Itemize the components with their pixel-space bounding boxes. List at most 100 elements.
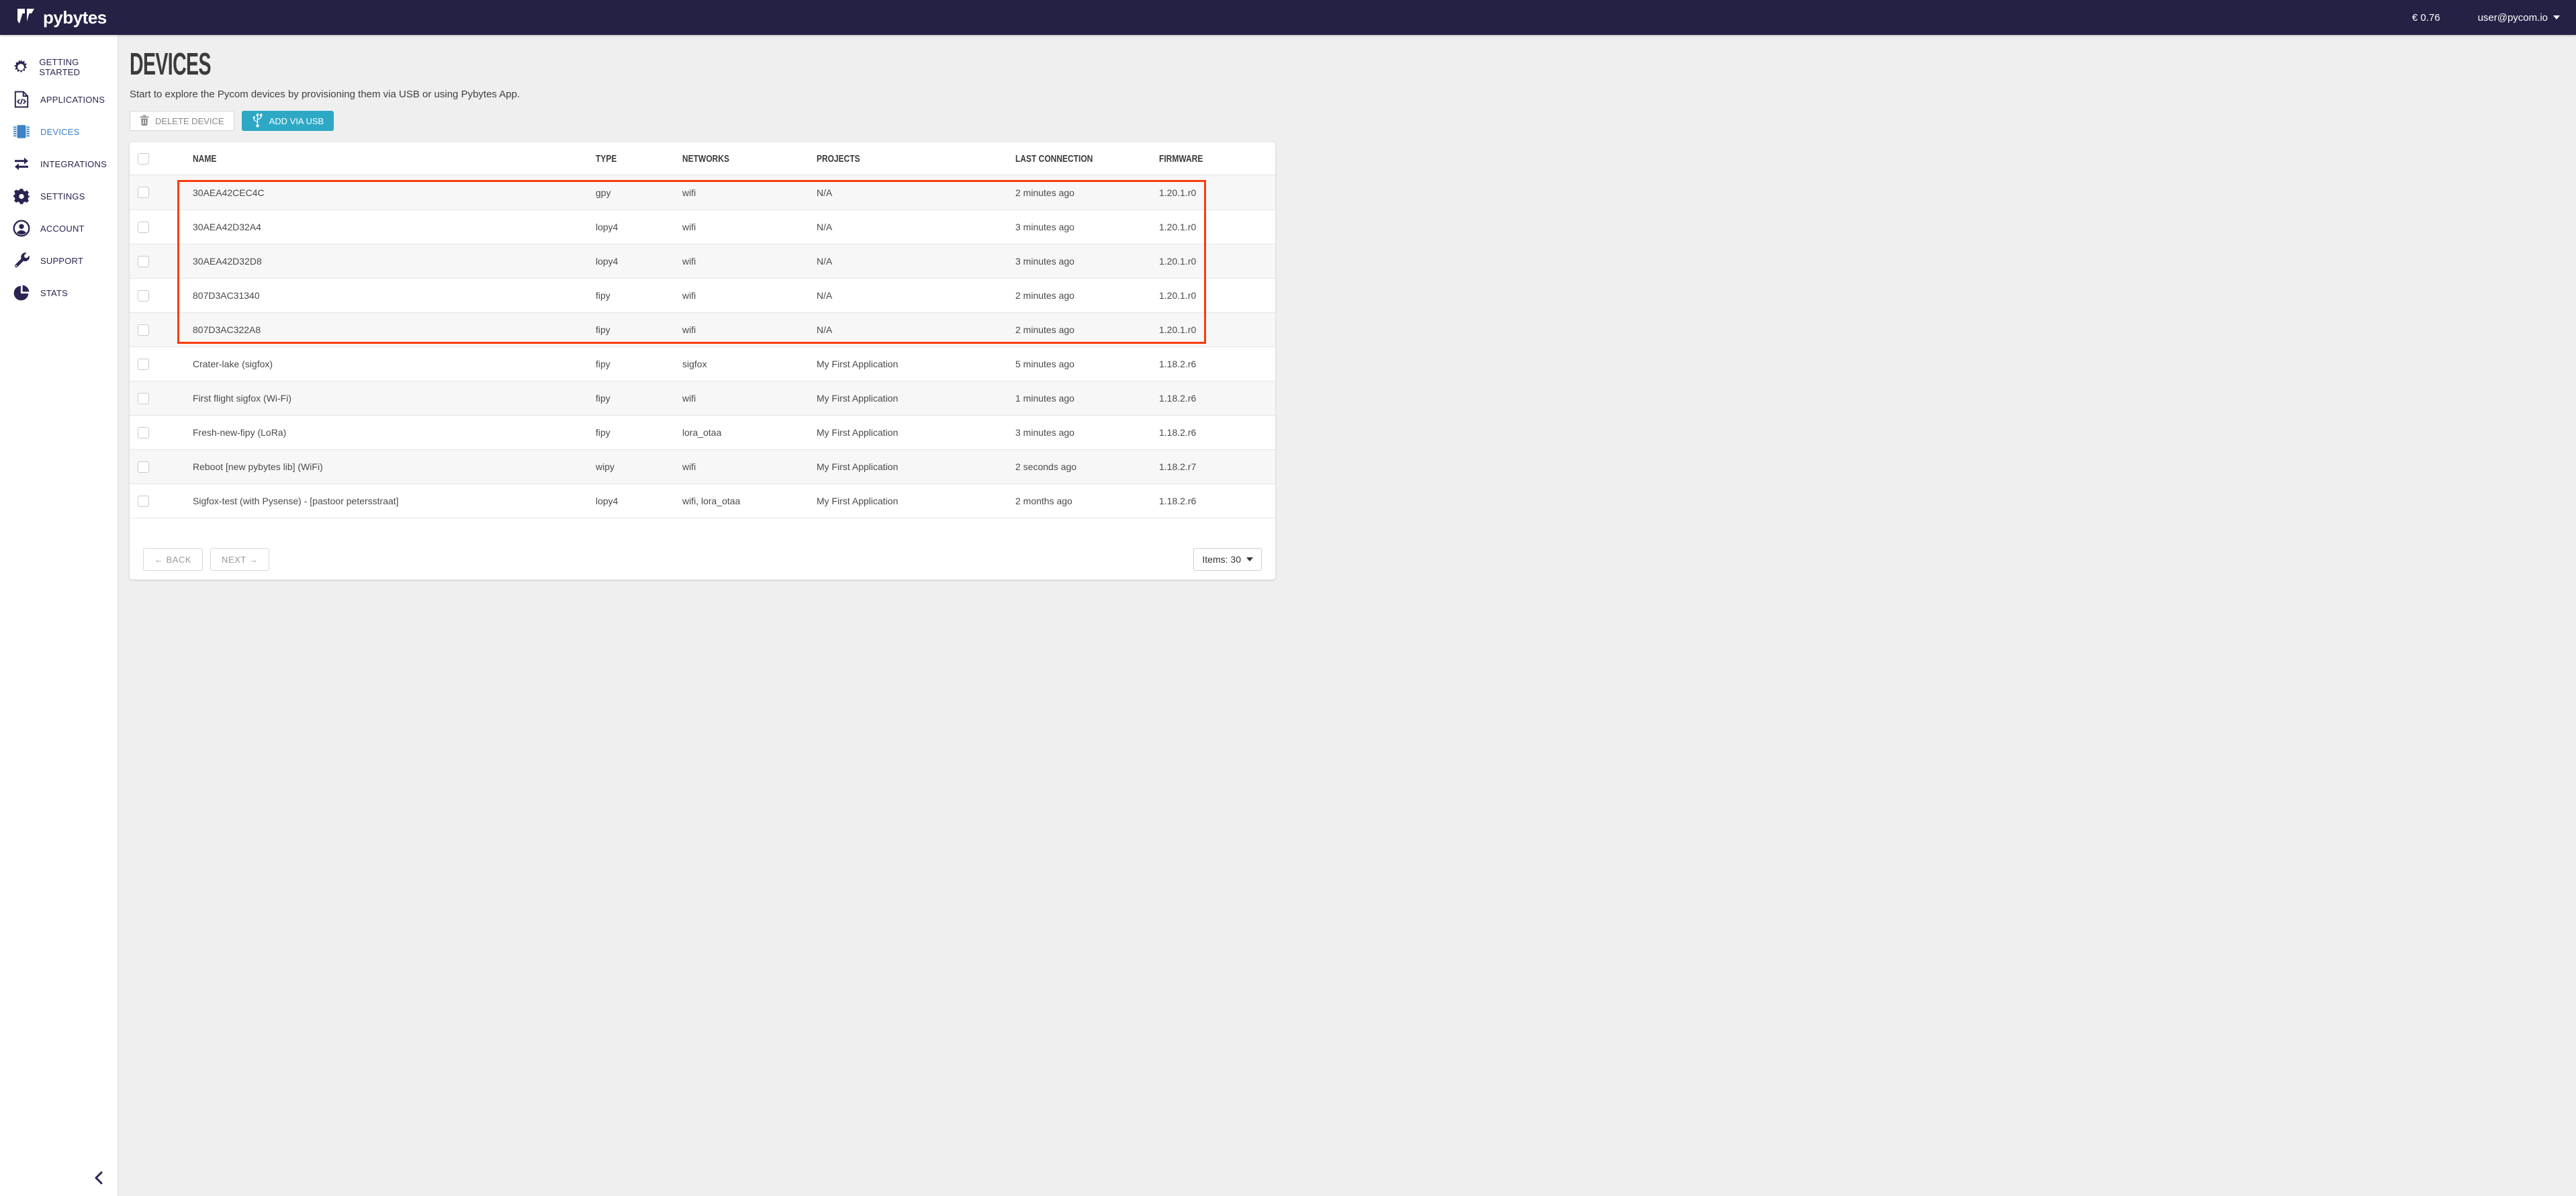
table-row[interactable]: 807D3AC322A8 fipy wifi N/A 2 minutes ago…: [130, 312, 1275, 347]
cell-last-connection: 2 minutes ago: [1015, 187, 1159, 198]
row-checkbox[interactable]: [138, 393, 149, 404]
chevron-left-icon: [94, 1176, 103, 1187]
cell-last-connection: 5 minutes ago: [1015, 359, 1159, 369]
page-subtitle: Start to explore the Pycom devices by pr…: [130, 89, 2563, 100]
cell-name: Sigfox-test (with Pysense) - [pastoor pe…: [193, 496, 596, 506]
sidebar-item-integrations[interactable]: INTEGRATIONS: [0, 148, 118, 180]
cell-projects: My First Application: [817, 359, 1015, 369]
table-row[interactable]: Fresh-new-fipy (LoRa) fipy lora_otaa My …: [130, 415, 1275, 449]
sidebar: GETTING STARTED APPLICATIONS DEVICES INT…: [0, 35, 118, 1196]
top-bar: pybytes € 0.76 user@pycom.io: [0, 0, 2576, 35]
sun-icon: [12, 58, 30, 77]
row-checkbox[interactable]: [138, 222, 149, 233]
cell-networks: wifi: [682, 222, 817, 232]
delete-device-label: DELETE DEVICE: [155, 116, 224, 126]
cell-name: Reboot [new pybytes lib] (WiFi): [193, 461, 596, 472]
cell-projects: N/A: [817, 222, 1015, 232]
sidebar-item-label: SUPPORT: [40, 256, 83, 266]
table-row[interactable]: 807D3AC31340 fipy wifi N/A 2 minutes ago…: [130, 278, 1275, 312]
sidebar-item-devices[interactable]: DEVICES: [0, 116, 118, 148]
sidebar-collapse-button[interactable]: [94, 1171, 103, 1188]
cell-firmware: 1.20.1.r0: [1159, 187, 1275, 198]
sidebar-item-label: STATS: [40, 288, 68, 298]
row-checkbox[interactable]: [138, 496, 149, 507]
cell-firmware: 1.18.2.r6: [1159, 496, 1275, 506]
sidebar-item-stats[interactable]: STATS: [0, 277, 118, 309]
code-file-icon: [12, 90, 31, 109]
cell-networks: lora_otaa: [682, 427, 817, 438]
row-checkbox[interactable]: [138, 290, 149, 302]
row-checkbox[interactable]: [138, 256, 149, 267]
cell-type: fipy: [596, 393, 682, 404]
devices-table-card: NAME TYPE NETWORKS PROJECTS LAST CONNECT…: [130, 142, 1275, 580]
cell-firmware: 1.20.1.r0: [1159, 222, 1275, 232]
cell-name: 30AEA42D32A4: [193, 222, 596, 232]
cell-name: Crater-lake (sigfox): [193, 359, 596, 369]
cell-type: fipy: [596, 324, 682, 335]
table-body: 30AEA42CEC4C gpy wifi N/A 2 minutes ago …: [130, 175, 1275, 518]
pybytes-logo: pybytes: [16, 6, 107, 30]
delete-device-button[interactable]: DELETE DEVICE: [130, 111, 234, 131]
cell-type: lopy4: [596, 222, 682, 232]
sidebar-item-getting-started[interactable]: GETTING STARTED: [0, 51, 118, 83]
sidebar-item-account[interactable]: ACCOUNT: [0, 212, 118, 244]
account-balance: € 0.76: [2412, 12, 2440, 24]
add-via-usb-button[interactable]: ADD VIA USB: [242, 111, 334, 131]
gear-icon: [12, 187, 31, 205]
cell-networks: sigfox: [682, 359, 817, 369]
table-row[interactable]: 30AEA42D32A4 lopy4 wifi N/A 3 minutes ag…: [130, 210, 1275, 244]
cell-networks: wifi: [682, 393, 817, 404]
column-header-type[interactable]: TYPE: [596, 153, 665, 165]
column-header-networks[interactable]: NETWORKS: [682, 153, 790, 165]
column-header-last-connection[interactable]: LAST CONNECTION: [1015, 153, 1130, 165]
cell-projects: N/A: [817, 290, 1015, 301]
table-row[interactable]: Reboot [new pybytes lib] (WiFi) wipy wif…: [130, 449, 1275, 484]
cell-projects: My First Application: [817, 496, 1015, 506]
sidebar-item-label: INTEGRATIONS: [40, 159, 107, 169]
cell-networks: wifi: [682, 461, 817, 472]
items-per-page-dropdown[interactable]: Items: 30: [1193, 548, 1262, 571]
cell-type: fipy: [596, 427, 682, 438]
row-checkbox[interactable]: [138, 461, 149, 473]
table-row[interactable]: 30AEA42D32D8 lopy4 wifi N/A 3 minutes ag…: [130, 244, 1275, 278]
select-all-checkbox[interactable]: [138, 153, 149, 165]
cell-last-connection: 3 minutes ago: [1015, 427, 1159, 438]
main-content: DEVICES Start to explore the Pycom devic…: [118, 35, 2576, 1196]
cell-type: lopy4: [596, 256, 682, 267]
row-checkbox[interactable]: [138, 427, 149, 439]
row-checkbox[interactable]: [138, 187, 149, 198]
cell-firmware: 1.20.1.r0: [1159, 256, 1275, 267]
cell-networks: wifi: [682, 256, 817, 267]
cell-last-connection: 2 seconds ago: [1015, 461, 1159, 472]
sidebar-item-settings[interactable]: SETTINGS: [0, 180, 118, 212]
page-title: DEVICES: [130, 46, 1639, 82]
column-header-firmware[interactable]: FIRMWARE: [1159, 153, 1252, 165]
chip-icon: [12, 122, 31, 141]
cell-last-connection: 3 minutes ago: [1015, 222, 1159, 232]
cell-name: 30AEA42D32D8: [193, 256, 596, 267]
cell-networks: wifi: [682, 187, 817, 198]
column-header-name[interactable]: NAME: [193, 153, 515, 165]
row-checkbox[interactable]: [138, 324, 149, 336]
add-via-usb-label: ADD VIA USB: [269, 116, 324, 126]
table-row[interactable]: First flight sigfox (Wi-Fi) fipy wifi My…: [130, 381, 1275, 415]
sidebar-item-applications[interactable]: APPLICATIONS: [0, 83, 118, 116]
cell-last-connection: 1 minutes ago: [1015, 393, 1159, 404]
table-row[interactable]: Crater-lake (sigfox) fipy sigfox My Firs…: [130, 347, 1275, 381]
row-checkbox[interactable]: [138, 359, 149, 370]
cell-projects: N/A: [817, 324, 1015, 335]
cell-projects: N/A: [817, 256, 1015, 267]
table-row[interactable]: 30AEA42CEC4C gpy wifi N/A 2 minutes ago …: [130, 175, 1275, 210]
user-menu[interactable]: user@pycom.io: [2478, 12, 2560, 24]
sidebar-item-label: APPLICATIONS: [40, 95, 105, 105]
logo-text: pybytes: [43, 7, 107, 28]
cell-firmware: 1.18.2.r6: [1159, 393, 1275, 404]
column-header-projects[interactable]: PROJECTS: [817, 153, 976, 165]
back-button[interactable]: ← BACK: [143, 548, 203, 571]
table-row[interactable]: Sigfox-test (with Pysense) - [pastoor pe…: [130, 484, 1275, 518]
user-email: user@pycom.io: [2478, 12, 2548, 24]
cell-firmware: 1.18.2.r6: [1159, 427, 1275, 438]
sidebar-item-support[interactable]: SUPPORT: [0, 244, 118, 277]
next-button[interactable]: NEXT →: [210, 548, 269, 571]
items-per-page-label: Items: 30: [1202, 554, 1241, 565]
